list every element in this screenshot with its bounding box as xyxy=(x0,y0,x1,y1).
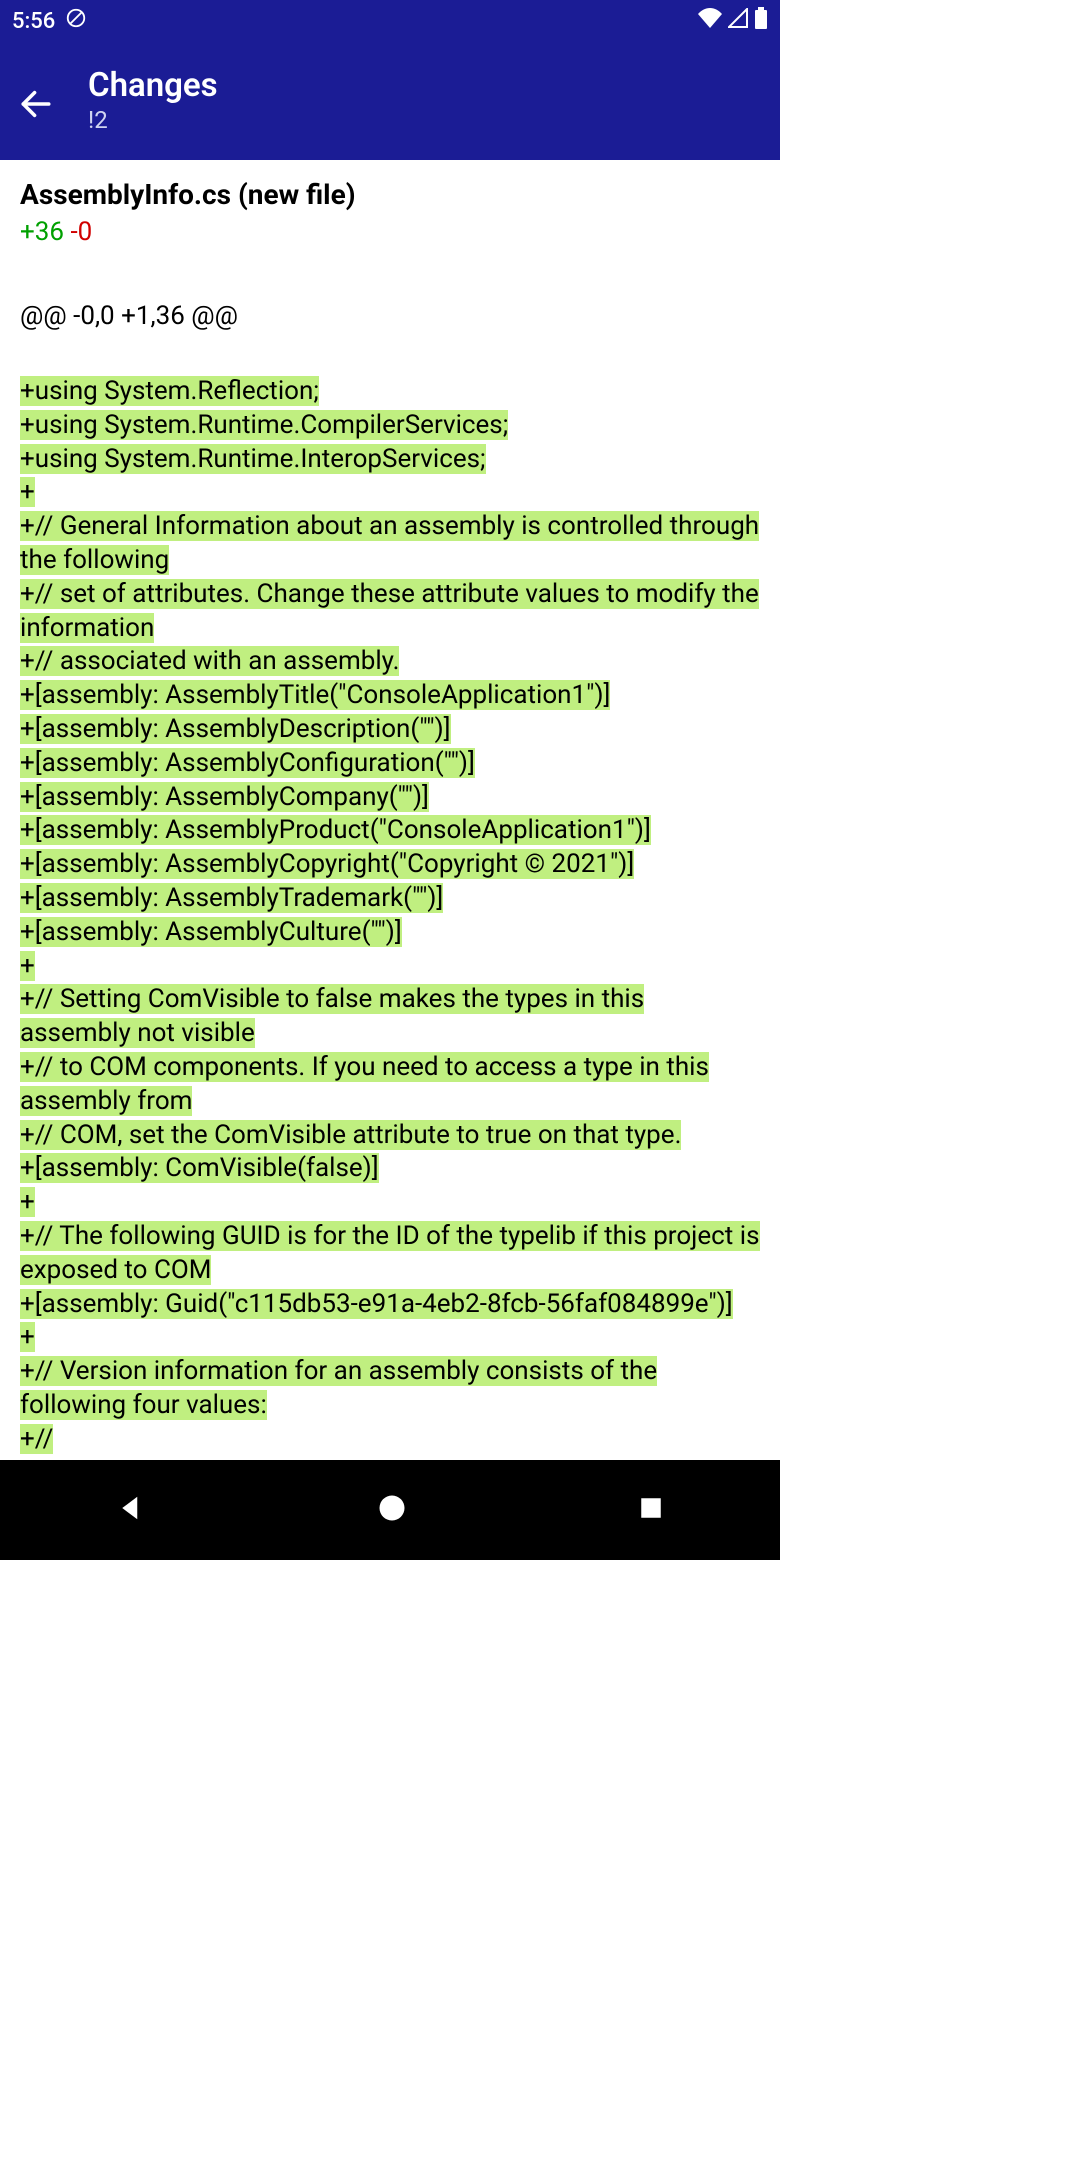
page-subtitle: !2 xyxy=(88,106,218,134)
added-count: +36 xyxy=(20,217,64,247)
diff-line: +// Setting ComVisible to false makes th… xyxy=(20,983,760,1051)
diff-line: +[assembly: AssemblyCopyright("Copyright… xyxy=(20,848,760,882)
cell-icon xyxy=(728,8,748,34)
diff-line: + xyxy=(20,1186,760,1220)
diff-line: + xyxy=(20,476,760,510)
diff-line: +[assembly: ComVisible(false)] xyxy=(20,1152,760,1186)
diff-line-text: +// Setting ComVisible to false makes th… xyxy=(20,984,644,1048)
diff-line-text: +// set of attributes. Change these attr… xyxy=(20,579,759,643)
diff-line-text: +// associated with an assembly. xyxy=(20,646,399,676)
diff-line: +[assembly: AssemblyDescription("")] xyxy=(20,713,760,747)
diff-line-text: + xyxy=(20,477,35,507)
diff-line-text: +// COM, set the ComVisible attribute to… xyxy=(20,1120,681,1150)
diff-content[interactable]: AssemblyInfo.cs (new file) +36 -0 @@ -0,… xyxy=(0,160,780,1460)
diff-line-text: +using System.Reflection; xyxy=(20,376,319,406)
diff-line: +[assembly: AssemblyConfiguration("")] xyxy=(20,747,760,781)
back-button[interactable] xyxy=(16,84,56,124)
diff-line-text: + xyxy=(20,1187,35,1217)
diff-line-text: +[assembly: AssemblyCulture("")] xyxy=(20,917,402,947)
battery-icon xyxy=(754,7,768,35)
status-left: 5:56 xyxy=(12,7,87,35)
nav-home-button[interactable] xyxy=(377,1493,407,1527)
diff-line: +// General Information about an assembl… xyxy=(20,510,760,578)
diff-line: +using System.Runtime.CompilerServices; xyxy=(20,409,760,443)
diff-body: +using System.Reflection; +using System.R… xyxy=(20,375,760,1457)
diff-line-text: +// The following GUID is for the ID of … xyxy=(20,1221,760,1285)
diff-line: +// associated with an assembly. xyxy=(20,645,760,679)
nav-back-button[interactable] xyxy=(116,1493,146,1527)
app-bar: Changes !2 xyxy=(0,42,780,160)
diff-line-text: +[assembly: AssemblyCompany("")] xyxy=(20,782,429,812)
status-bar: 5:56 xyxy=(0,0,780,42)
diff-line-text: +// to COM components. If you need to ac… xyxy=(20,1052,709,1116)
system-nav-bar xyxy=(0,1460,780,1560)
status-right xyxy=(698,7,768,35)
diff-line: +// set of attributes. Change these attr… xyxy=(20,578,760,646)
diff-line-text: +[assembly: AssemblyCopyright("Copyright… xyxy=(20,849,634,879)
diff-line: +// Version information for an assembly … xyxy=(20,1355,760,1423)
file-header: AssemblyInfo.cs (new file) xyxy=(20,178,760,211)
diff-line-text: + xyxy=(20,1322,35,1352)
diff-line: + xyxy=(20,950,760,984)
change-counts: +36 -0 xyxy=(20,217,760,247)
diff-line-text: +[assembly: AssemblyDescription("")] xyxy=(20,714,451,744)
diff-line: + xyxy=(20,1321,760,1355)
diff-line-text: +using System.Runtime.CompilerServices; xyxy=(20,410,508,440)
diff-line: +[assembly: AssemblyTitle("ConsoleApplic… xyxy=(20,679,760,713)
titles: Changes !2 xyxy=(88,68,218,134)
diff-line-text: +[assembly: ComVisible(false)] xyxy=(20,1153,379,1183)
diff-line: +[assembly: AssemblyCulture("")] xyxy=(20,916,760,950)
removed-count: -0 xyxy=(70,217,92,247)
diff-line-text: +// xyxy=(20,1424,53,1454)
diff-line: +[assembly: AssemblyCompany("")] xyxy=(20,781,760,815)
diff-line-text: +[assembly: AssemblyTrademark("")] xyxy=(20,883,443,913)
hunk-header: @@ -0,0 +1,36 @@ xyxy=(20,301,760,331)
diff-line-text: +// Version information for an assembly … xyxy=(20,1356,657,1420)
diff-line: +[assembly: Guid("c115db53-e91a-4eb2-8fc… xyxy=(20,1288,760,1322)
diff-line-text: + xyxy=(20,951,35,981)
wifi-icon xyxy=(698,8,722,34)
page-title: Changes xyxy=(88,68,218,104)
diff-line: +using System.Reflection; xyxy=(20,375,760,409)
diff-line: +// The following GUID is for the ID of … xyxy=(20,1220,760,1288)
diff-line-text: +using System.Runtime.InteropServices; xyxy=(20,444,486,474)
diff-line: +[assembly: AssemblyProduct("ConsoleAppl… xyxy=(20,814,760,848)
diff-line-text: +[assembly: AssemblyProduct("ConsoleAppl… xyxy=(20,815,651,845)
diff-line: +// COM, set the ComVisible attribute to… xyxy=(20,1119,760,1153)
status-time: 5:56 xyxy=(12,9,55,34)
dnd-icon xyxy=(65,7,87,35)
diff-line: +// to COM components. If you need to ac… xyxy=(20,1051,760,1119)
nav-recent-button[interactable] xyxy=(638,1495,664,1525)
diff-line-text: +[assembly: AssemblyTitle("ConsoleApplic… xyxy=(20,680,610,710)
diff-line: +using System.Runtime.InteropServices; xyxy=(20,443,760,477)
diff-line-text: +// General Information about an assembl… xyxy=(20,511,759,575)
diff-line: +// xyxy=(20,1423,760,1457)
diff-line-text: +[assembly: Guid("c115db53-e91a-4eb2-8fc… xyxy=(20,1289,733,1319)
diff-line-text: +[assembly: AssemblyConfiguration("")] xyxy=(20,748,475,778)
diff-line: +[assembly: AssemblyTrademark("")] xyxy=(20,882,760,916)
